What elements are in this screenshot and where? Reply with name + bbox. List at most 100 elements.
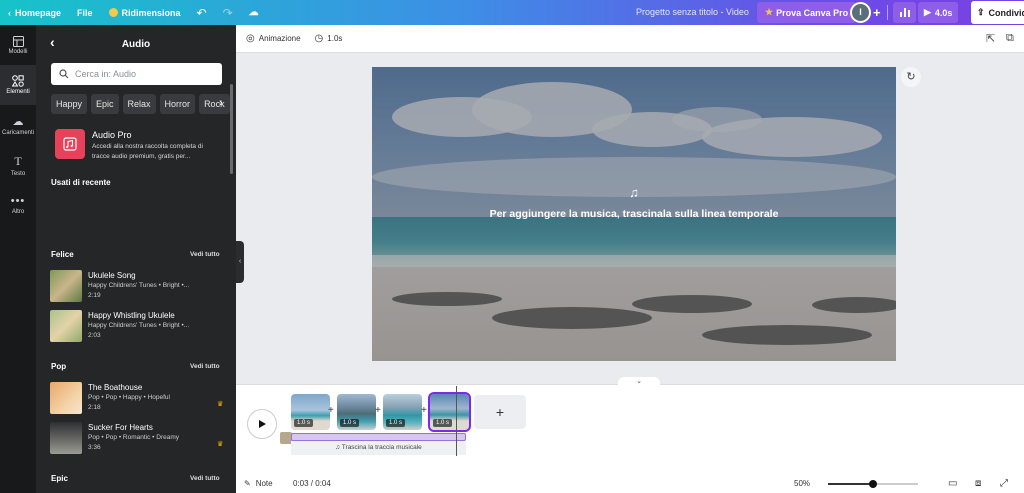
track-item[interactable]: The Boathouse Pop • Pop • Happy • Hopefu… <box>50 382 230 414</box>
track-duration: 2:19 <box>88 292 101 299</box>
play-icon <box>259 420 266 428</box>
panel-scrollbar[interactable] <box>230 84 233 174</box>
rail-label: Elementi <box>6 89 30 95</box>
search-input[interactable]: Cerca in: Audio <box>51 63 222 85</box>
template-icon <box>12 35 24 47</box>
share-button[interactable]: ⇪ Condividi <box>971 1 1024 24</box>
chevron-left-icon: ‹ <box>238 258 242 265</box>
play-duration: 4.0s <box>934 7 953 18</box>
home-label: Homepage <box>15 7 62 18</box>
search-icon <box>59 69 69 79</box>
rail-item-uploads[interactable]: ☁ Caricamenti <box>0 105 36 145</box>
notes-button[interactable]: ✎ Note <box>244 479 273 488</box>
play-icon: ▶ <box>924 7 931 17</box>
more-icon: ••• <box>10 195 26 207</box>
music-note-icon: ♫ <box>629 185 639 200</box>
duration-button[interactable]: ◷ 1.0s <box>315 33 343 44</box>
design-canvas[interactable]: ♫ Per aggiungere la musica, trascinala s… <box>372 67 896 361</box>
add-transition-icon[interactable]: + <box>375 405 381 416</box>
grid-view-icon[interactable]: ⧈ <box>975 478 981 489</box>
duration-label: 1.0s <box>327 34 343 43</box>
chevron-right-icon[interactable]: › <box>219 97 223 109</box>
rail-label: Modelli <box>8 48 28 55</box>
home-button[interactable]: ‹ Homepage <box>0 0 69 25</box>
drop-music-message: Per aggiungere la musica, trascinala sul… <box>489 208 779 220</box>
timeline-play-button[interactable] <box>247 409 277 439</box>
track-name: Ukulele Song <box>88 271 136 280</box>
animation-button[interactable]: ◎ Animazione <box>246 33 301 44</box>
rail-item-text[interactable]: T Testo <box>0 145 36 185</box>
track-duration: 2:18 <box>88 404 101 411</box>
editor-toolbar: ◎ Animazione ◷ 1.0s ⇱ ⧉ <box>236 25 1024 53</box>
invite-plus-icon[interactable]: + <box>873 5 881 20</box>
timeline-clip-selected[interactable]: 1.0 s <box>428 392 471 432</box>
present-play-button[interactable]: ▶ 4.0s <box>918 2 959 23</box>
zoom-slider-knob[interactable] <box>869 480 877 488</box>
zoom-slider[interactable] <box>828 480 918 488</box>
promo-title[interactable]: Audio Pro <box>92 130 132 140</box>
timeline-clip[interactable]: 1.0 s <box>383 394 422 430</box>
timeline-clip[interactable]: 1.0 s <box>337 394 376 430</box>
animation-icon: ◎ <box>246 33 255 44</box>
insights-button[interactable] <box>893 2 916 23</box>
track-item[interactable]: Ukulele Song Happy Childrens' Tunes • Br… <box>50 270 230 302</box>
audio-drop-hint[interactable]: ♫ Trascina la traccia musicale <box>291 441 466 455</box>
audio-pro-icon[interactable] <box>55 129 85 159</box>
track-name: The Boathouse <box>88 383 143 392</box>
resize-label: Ridimensiona <box>121 7 181 18</box>
redo-icon: ↷ <box>222 5 233 20</box>
document-title[interactable]: Progetto senza titolo - Video <box>636 0 749 25</box>
rail-item-more[interactable]: ••• Altro <box>0 185 36 225</box>
rail-item-models[interactable]: Modelli <box>0 25 36 65</box>
rail-item-elements[interactable]: Elementi <box>0 65 36 105</box>
zoom-level[interactable]: 50% <box>794 479 810 488</box>
playback-time: 0:03 / 0:04 <box>293 479 331 488</box>
clock-icon: ◷ <box>314 33 324 44</box>
see-all-link[interactable]: Vedi tutto <box>190 251 220 258</box>
back-arrow-icon[interactable]: ‹ <box>50 34 55 50</box>
clip-duration: 1.0 s <box>386 419 406 427</box>
try-pro-button[interactable]: ★ Prova Canva Pro <box>757 2 857 23</box>
track-item[interactable]: Happy Whistling Ukulele Happy Childrens'… <box>50 310 230 342</box>
see-all-link[interactable]: Vedi tutto <box>190 475 220 482</box>
file-menu[interactable]: File <box>69 0 101 25</box>
chip-epic[interactable]: Epic <box>91 94 119 114</box>
add-clip-button[interactable]: + <box>474 395 526 429</box>
audio-track-strip[interactable] <box>291 433 466 441</box>
track-tags: Happy Childrens' Tunes • Bright •... <box>88 322 190 329</box>
playhead[interactable] <box>456 386 457 456</box>
copy-icon[interactable]: ⧉ <box>1006 32 1014 45</box>
clip-duration: 1.0 s <box>340 419 360 427</box>
undo-button[interactable]: ↶ <box>189 0 215 25</box>
add-transition-icon[interactable]: + <box>421 405 427 416</box>
chip-relax[interactable]: Relax <box>122 94 156 114</box>
clip-duration: 1.0 s <box>294 419 314 427</box>
crown-icon: ★ <box>765 7 774 17</box>
text-icon: T <box>14 153 22 168</box>
chip-rock[interactable]: Rock <box>199 94 230 114</box>
cloud-save-button[interactable]: ☁ <box>241 0 267 25</box>
track-thumbnail <box>50 382 82 414</box>
collapse-panel-handle[interactable]: ‹ <box>236 241 244 283</box>
track-tags: Pop • Pop • Romantic • Dreamy <box>88 434 179 441</box>
rail-label: Testo <box>10 170 26 177</box>
chevron-down-icon[interactable]: ⌄ <box>618 377 660 385</box>
track-thumbnail <box>50 422 82 454</box>
see-all-link[interactable]: Vedi tutto <box>190 363 220 370</box>
track-item[interactable]: Sucker For Hearts Pop • Pop • Romantic •… <box>50 422 230 454</box>
chip-horror[interactable]: Horror <box>159 94 196 114</box>
export-icon[interactable]: ⇱ <box>986 32 995 45</box>
bottom-bar: ✎ Note 0:03 / 0:04 50% ▭ ⧈ ⤢ <box>236 474 1024 493</box>
timeline-clip[interactable]: 1.0 s <box>291 394 330 430</box>
fullscreen-icon[interactable]: ⤢ <box>1000 478 1008 489</box>
refresh-icon[interactable]: ↻ <box>901 67 921 87</box>
page-view-icon[interactable]: ▭ <box>948 478 957 489</box>
avatar[interactable]: I <box>850 2 871 23</box>
search-placeholder: Cerca in: Audio <box>75 69 137 79</box>
chip-happy[interactable]: Happy <box>51 94 88 114</box>
add-transition-icon[interactable]: + <box>328 405 334 416</box>
redo-button[interactable]: ↷ <box>215 0 241 25</box>
undo-icon: ↶ <box>196 5 207 20</box>
track-name: Happy Whistling Ukulele <box>88 311 175 320</box>
resize-button[interactable]: Ridimensiona <box>101 0 189 25</box>
